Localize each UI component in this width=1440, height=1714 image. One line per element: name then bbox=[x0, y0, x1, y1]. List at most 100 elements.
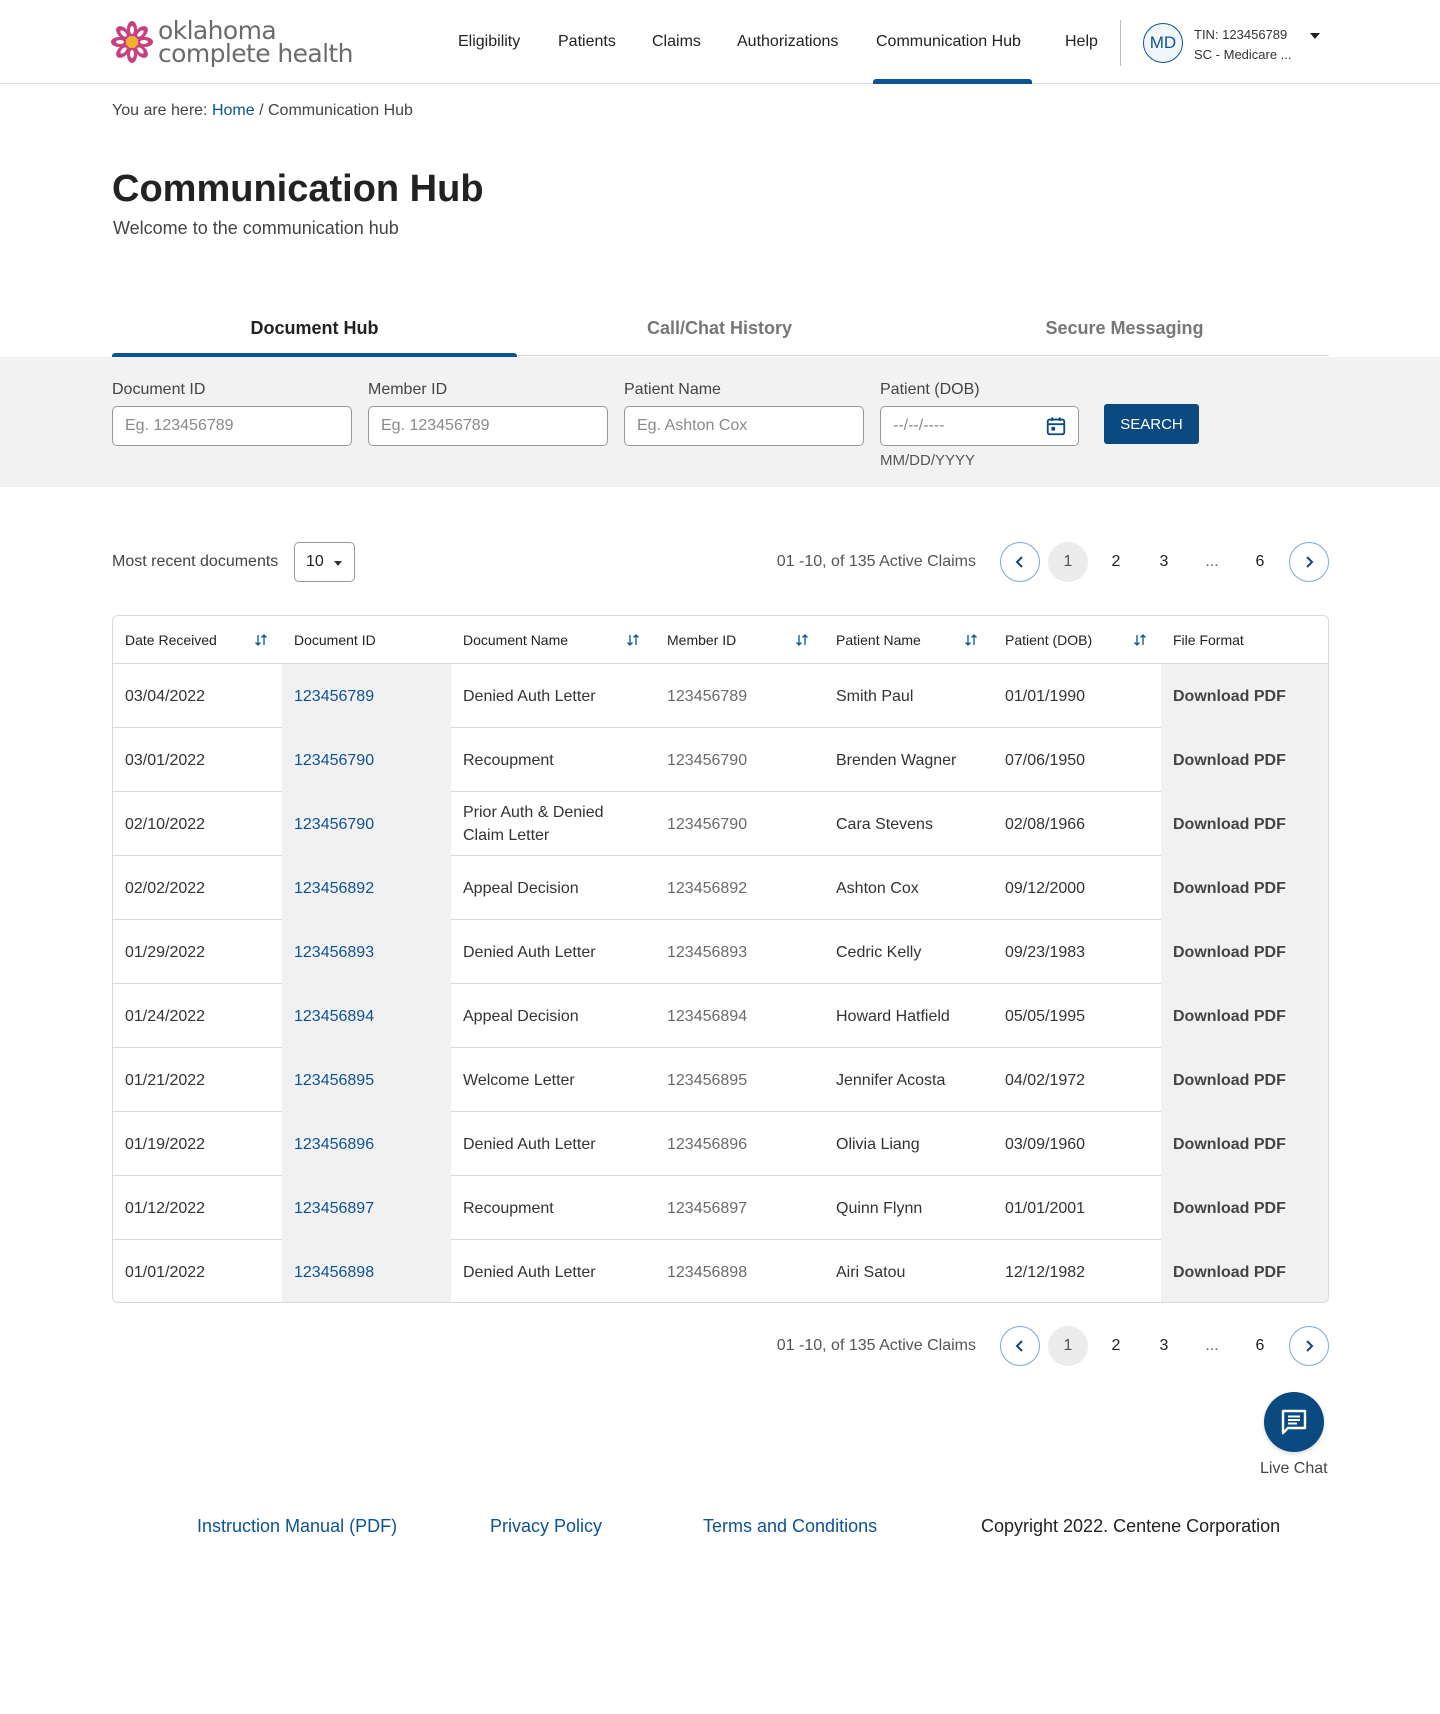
nav-patients[interactable]: Patients bbox=[558, 0, 616, 84]
nav-authorizations[interactable]: Authorizations bbox=[737, 0, 838, 84]
account-info[interactable]: TIN: 123456789 SC - Medicare ... bbox=[1194, 25, 1292, 65]
cell-patient-dob: 07/06/1950 bbox=[1005, 751, 1086, 769]
download-pdf-link[interactable]: Download PDF bbox=[1161, 1176, 1328, 1240]
page-size-select[interactable]: 10 bbox=[294, 542, 355, 582]
sort-member-id-icon[interactable] bbox=[795, 633, 809, 647]
table-controls-bottom: 01 -10, of 135 Active Claims 1 2 3 ... 6 bbox=[112, 1325, 1329, 1367]
cell-document-id-link[interactable]: 123456892 bbox=[282, 856, 451, 920]
account-dropdown-caret-icon[interactable] bbox=[1310, 33, 1320, 39]
sort-patient-dob-icon[interactable] bbox=[1133, 633, 1147, 647]
tab-call-chat-history[interactable]: Call/Chat History bbox=[517, 300, 922, 356]
cell-member-id: 123456790 bbox=[667, 815, 748, 833]
breadcrumb-home-link[interactable]: Home bbox=[212, 102, 255, 119]
page-2-button[interactable]: 2 bbox=[1096, 1326, 1136, 1366]
cell-patient-dob: 04/02/1972 bbox=[1005, 1071, 1086, 1089]
header-patient-name: Patient Name bbox=[836, 632, 921, 648]
cell-date-received: 02/02/2022 bbox=[125, 879, 206, 897]
cell-document-id-link[interactable]: 123456895 bbox=[282, 1048, 451, 1112]
footer-copyright: Copyright 2022. Centene Corporation bbox=[981, 1516, 1281, 1536]
download-pdf-link[interactable]: Download PDF bbox=[1161, 920, 1328, 984]
prev-page-button[interactable] bbox=[1000, 542, 1040, 582]
next-page-button[interactable] bbox=[1289, 542, 1329, 582]
cell-document-id-link[interactable]: 123456894 bbox=[282, 984, 451, 1048]
member-id-input[interactable] bbox=[368, 406, 608, 446]
oklahoma-complete-health-logo[interactable]: oklahoma complete health bbox=[111, 18, 353, 66]
cell-patient-name: Brenden Wagner bbox=[836, 751, 957, 769]
results-range-text: 01 -10, of 135 Active Claims bbox=[776, 1337, 976, 1354]
header-member-id: Member ID bbox=[667, 632, 737, 648]
cell-member-id: 123456894 bbox=[667, 1007, 748, 1025]
page-6-button[interactable]: 6 bbox=[1240, 1326, 1280, 1366]
download-pdf-link[interactable]: Download PDF bbox=[1161, 728, 1328, 792]
breadcrumb-prefix: You are here: bbox=[112, 102, 208, 119]
cell-date-received: 03/01/2022 bbox=[125, 751, 206, 769]
calendar-icon[interactable] bbox=[1045, 415, 1067, 437]
cell-patient-dob: 09/23/1983 bbox=[1005, 943, 1086, 961]
search-button[interactable]: SEARCH bbox=[1104, 404, 1199, 444]
cell-document-id-link[interactable]: 123456893 bbox=[282, 920, 451, 984]
cell-document-name: Welcome Letter bbox=[463, 1071, 575, 1089]
table-row: 01/29/2022 123456893 Denied Auth Letter … bbox=[113, 920, 1328, 984]
page-1-button[interactable]: 1 bbox=[1048, 1326, 1088, 1366]
table-row: 01/12/2022 123456897 Recoupment 12345689… bbox=[113, 1176, 1328, 1240]
page-3-button[interactable]: 3 bbox=[1144, 542, 1184, 582]
cell-date-received: 01/24/2022 bbox=[125, 1007, 206, 1025]
cell-document-id-link[interactable]: 123456790 bbox=[282, 728, 451, 792]
download-pdf-link[interactable]: Download PDF bbox=[1161, 1240, 1328, 1302]
sort-document-name-icon[interactable] bbox=[626, 633, 640, 647]
nav-claims[interactable]: Claims bbox=[652, 0, 701, 84]
cell-document-id-link[interactable]: 123456896 bbox=[282, 1112, 451, 1176]
breadcrumb: You are here: Home / Communication Hub bbox=[112, 102, 413, 120]
cell-document-id-link[interactable]: 123456897 bbox=[282, 1176, 451, 1240]
cell-document-id-link[interactable]: 123456789 bbox=[282, 664, 451, 728]
hub-tabs: Document Hub Call/Chat History Secure Me… bbox=[112, 300, 1329, 358]
footer-privacy-policy-link[interactable]: Privacy Policy bbox=[490, 1516, 602, 1537]
download-pdf-link[interactable]: Download PDF bbox=[1161, 664, 1328, 728]
page-subtitle: Welcome to the communication hub bbox=[113, 218, 399, 238]
cell-patient-dob: 03/09/1960 bbox=[1005, 1135, 1086, 1153]
cell-patient-dob: 02/08/1966 bbox=[1005, 815, 1086, 833]
download-pdf-link[interactable]: Download PDF bbox=[1161, 1112, 1328, 1176]
cell-member-id: 123456893 bbox=[667, 943, 748, 961]
logo-line-2: complete health bbox=[158, 39, 353, 68]
table-controls-top: Most recent documents 10 01 -10, of 135 … bbox=[112, 541, 1329, 583]
document-id-input[interactable] bbox=[112, 406, 352, 446]
prev-page-button[interactable] bbox=[1000, 1326, 1040, 1366]
download-pdf-link[interactable]: Download PDF bbox=[1161, 1048, 1328, 1112]
live-chat-button[interactable] bbox=[1264, 1392, 1324, 1452]
breadcrumb-current: Communication Hub bbox=[267, 102, 413, 119]
page-6-button[interactable]: 6 bbox=[1240, 542, 1280, 582]
pagination: 1 2 3 ... 6 bbox=[1000, 542, 1329, 582]
account-tin: TIN: 123456789 bbox=[1194, 27, 1288, 42]
download-pdf-link[interactable]: Download PDF bbox=[1161, 792, 1328, 856]
page-2-button[interactable]: 2 bbox=[1096, 542, 1136, 582]
cell-document-name: Appeal Decision bbox=[463, 1007, 579, 1025]
page-1-button[interactable]: 1 bbox=[1048, 542, 1088, 582]
cell-date-received: 01/12/2022 bbox=[125, 1199, 206, 1217]
download-pdf-link[interactable]: Download PDF bbox=[1161, 856, 1328, 920]
footer-terms-link[interactable]: Terms and Conditions bbox=[703, 1516, 877, 1537]
tab-document-hub[interactable]: Document Hub bbox=[112, 300, 517, 358]
table-header: Date Received Document ID Document Name … bbox=[113, 616, 1328, 664]
tab-secure-messaging[interactable]: Secure Messaging bbox=[922, 300, 1327, 356]
user-avatar[interactable]: MD bbox=[1143, 23, 1183, 63]
nav-communication-hub[interactable]: Communication Hub bbox=[873, 0, 1032, 84]
document-id-field: Document ID bbox=[112, 381, 352, 446]
nav-help[interactable]: Help bbox=[1065, 0, 1098, 84]
footer-instruction-manual-link[interactable]: Instruction Manual (PDF) bbox=[197, 1516, 397, 1537]
cell-document-name: Prior Auth & Denied Claim Letter bbox=[463, 804, 604, 844]
page-size-value: 10 bbox=[306, 553, 324, 570]
next-page-button[interactable] bbox=[1289, 1326, 1329, 1366]
page-3-button[interactable]: 3 bbox=[1144, 1326, 1184, 1366]
sort-date-received-icon[interactable] bbox=[254, 633, 268, 647]
patient-name-input[interactable] bbox=[624, 406, 864, 446]
sort-patient-name-icon[interactable] bbox=[964, 633, 978, 647]
search-filters: Document ID Member ID Patient Name Patie… bbox=[0, 357, 1440, 487]
cell-document-id-link[interactable]: 123456898 bbox=[282, 1240, 451, 1302]
nav-eligibility[interactable]: Eligibility bbox=[458, 0, 520, 84]
page-title: Communication Hub bbox=[112, 168, 484, 210]
cell-date-received: 01/21/2022 bbox=[125, 1071, 206, 1089]
cell-document-id-link[interactable]: 123456790 bbox=[282, 792, 451, 856]
download-pdf-link[interactable]: Download PDF bbox=[1161, 984, 1328, 1048]
cell-patient-name: Jennifer Acosta bbox=[836, 1071, 946, 1089]
